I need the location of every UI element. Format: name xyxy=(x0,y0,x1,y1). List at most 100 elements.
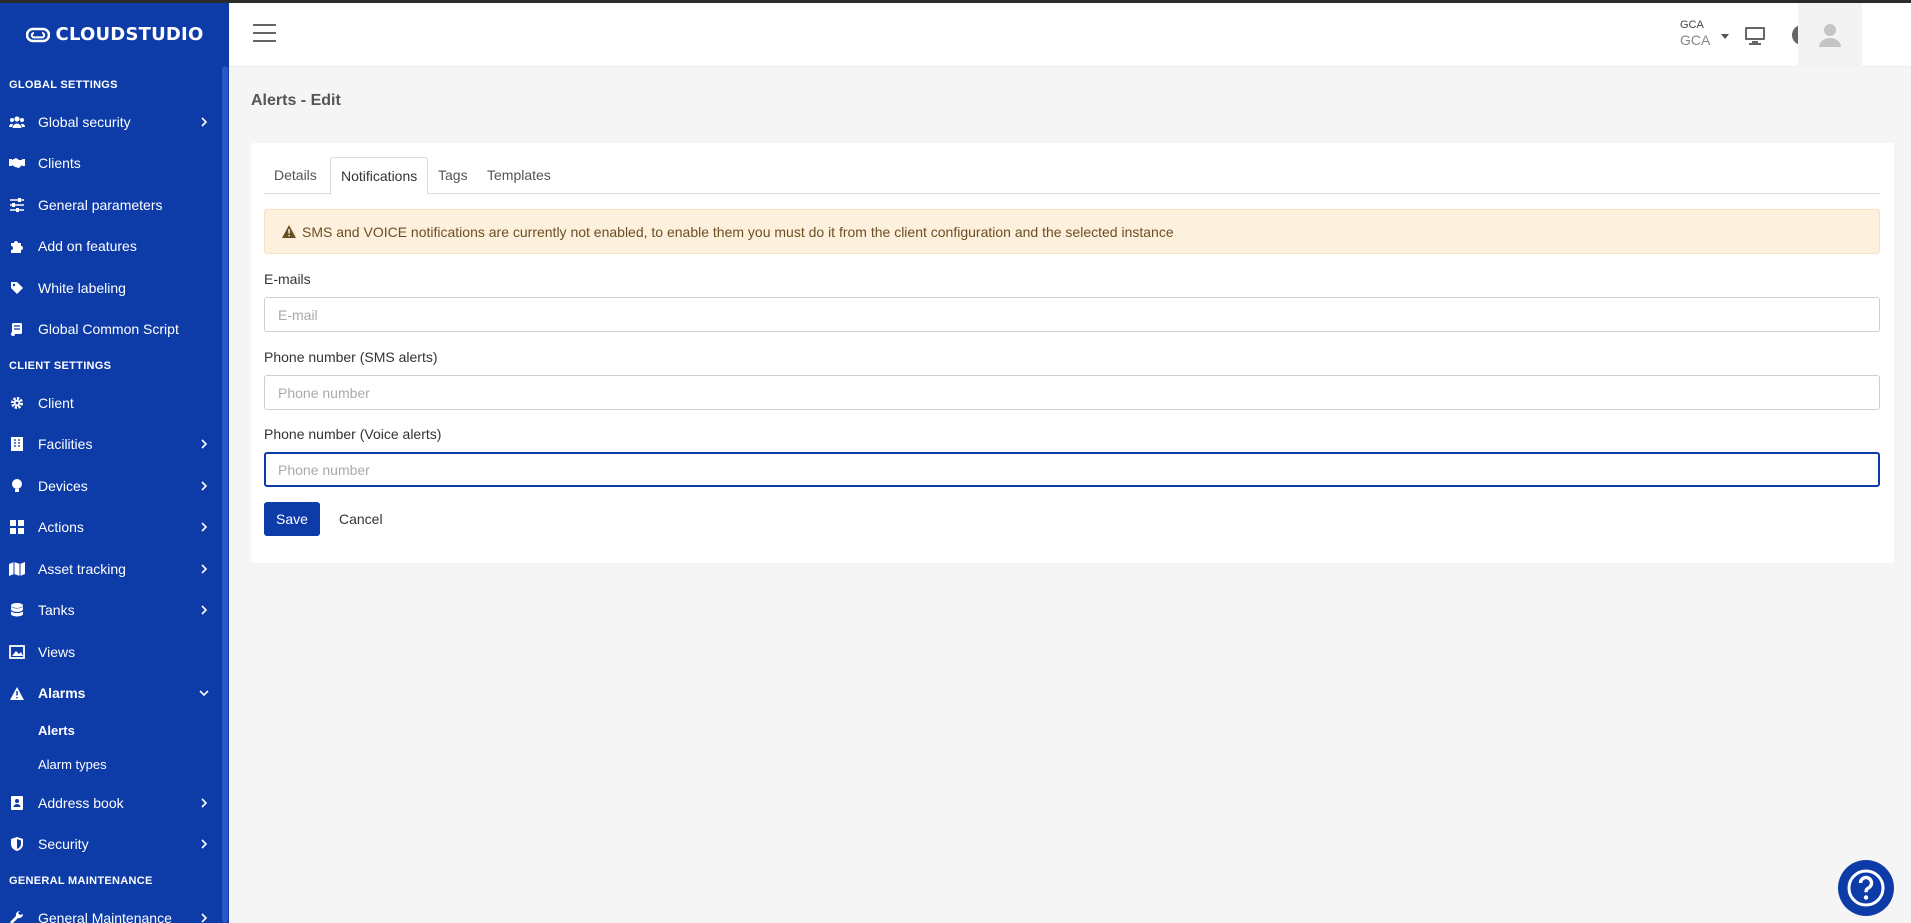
org-name: GCA xyxy=(1680,32,1711,48)
sidebar-item-clients[interactable]: Clients xyxy=(0,143,229,185)
tab-bar: Details Notifications Tags Templates xyxy=(264,157,1880,195)
help-chat-button[interactable] xyxy=(1838,860,1894,916)
warning-message: SMS and VOICE notifications are currentl… xyxy=(302,223,1174,240)
sidebar-subitem-alarm-types[interactable]: Alarm types xyxy=(0,748,229,782)
sidebar-item-general-maintenance[interactable]: General Maintenance xyxy=(0,897,229,923)
section-client-settings: CLIENT SETTINGS xyxy=(9,360,112,372)
sidebar-item-label: Security xyxy=(38,836,89,853)
sidebar-item-facilities[interactable]: Facilities xyxy=(0,424,229,466)
sidebar: CLOUDSTUDIO GLOBAL SETTINGS Global secur… xyxy=(0,0,229,923)
monitor-icon[interactable] xyxy=(1744,24,1766,46)
address-book-icon xyxy=(9,795,25,811)
tab-templates[interactable]: Templates xyxy=(477,157,561,194)
sidebar-item-label: Global security xyxy=(38,113,131,130)
warning-icon xyxy=(282,225,296,238)
warning-icon xyxy=(9,685,25,701)
puzzle-icon xyxy=(9,238,25,254)
sidebar-item-label: Alarms xyxy=(38,685,86,702)
brand-logo[interactable]: CLOUDSTUDIO xyxy=(0,0,229,66)
sidebar-item-label: Asset tracking xyxy=(38,560,126,577)
chevron-right-icon xyxy=(201,481,208,491)
sidebar-item-label: General parameters xyxy=(38,196,163,213)
sidebar-item-address-book[interactable]: Address book xyxy=(0,782,229,824)
org-code: GCA xyxy=(1680,19,1704,31)
section-global-settings: GLOBAL SETTINGS xyxy=(9,79,118,91)
sidebar-item-label: Tanks xyxy=(38,602,75,619)
sidebar-scrollbar[interactable] xyxy=(222,66,228,923)
scroll-icon xyxy=(9,321,25,337)
building-icon xyxy=(9,436,25,452)
chevron-right-icon xyxy=(201,439,208,449)
image-icon xyxy=(9,644,25,660)
menu-toggle-icon[interactable] xyxy=(253,24,276,44)
sidebar-item-global-security[interactable]: Global security xyxy=(0,101,229,143)
database-icon xyxy=(9,602,25,618)
sidebar-item-security[interactable]: Security xyxy=(0,824,229,866)
wrench-icon xyxy=(9,910,25,923)
sidebar-item-white-labeling[interactable]: White labeling xyxy=(0,267,229,309)
emails-label: E-mails xyxy=(264,271,311,287)
user-avatar[interactable] xyxy=(1798,3,1862,67)
warning-banner: SMS and VOICE notifications are currentl… xyxy=(264,209,1880,254)
shield-icon xyxy=(9,836,25,852)
sidebar-subitem-alerts[interactable]: Alerts xyxy=(0,714,229,748)
sidebar-item-actions[interactable]: Actions xyxy=(0,507,229,549)
sliders-icon xyxy=(9,197,25,213)
sidebar-item-tanks[interactable]: Tanks xyxy=(0,590,229,632)
voice-phone-label: Phone number (Voice alerts) xyxy=(264,426,442,442)
map-icon xyxy=(9,561,25,577)
handshake-icon xyxy=(9,155,25,171)
brand-name: CLOUDSTUDIO xyxy=(55,24,204,45)
sidebar-item-global-common-script[interactable]: Global Common Script xyxy=(0,309,229,351)
chevron-right-icon xyxy=(201,522,208,532)
cloud-logo-icon xyxy=(25,27,50,42)
sidebar-item-label: Actions xyxy=(38,519,84,536)
sidebar-item-label: General Maintenance xyxy=(38,909,172,923)
sidebar-item-label: Client xyxy=(38,394,74,411)
users-icon xyxy=(9,114,25,130)
sidebar-item-general-parameters[interactable]: General parameters xyxy=(0,184,229,226)
sidebar-item-asset-tracking[interactable]: Asset tracking xyxy=(0,548,229,590)
save-button[interactable]: Save xyxy=(264,502,320,536)
chevron-right-icon xyxy=(201,564,208,574)
sidebar-scrollbar-thumb[interactable] xyxy=(222,66,228,923)
cancel-button[interactable]: Cancel xyxy=(331,502,391,536)
tab-notifications[interactable]: Notifications xyxy=(330,157,429,195)
sidebar-item-label: Facilities xyxy=(38,436,93,453)
sidebar-item-label: Clients xyxy=(38,155,81,172)
sidebar-item-label: White labeling xyxy=(38,279,126,296)
user-avatar-icon xyxy=(1819,24,1841,47)
lightbulb-icon xyxy=(9,478,25,494)
sidebar-item-client[interactable]: Client xyxy=(0,382,229,424)
sidebar-item-add-on-features[interactable]: Add on features xyxy=(0,226,229,268)
chevron-down-icon xyxy=(199,690,209,697)
sidebar-item-label: Address book xyxy=(38,794,124,811)
grid-icon xyxy=(9,519,25,535)
sidebar-item-views[interactable]: Views xyxy=(0,631,229,673)
email-input[interactable] xyxy=(264,297,1880,332)
edit-card: Details Notifications Tags Templates SMS… xyxy=(251,143,1894,563)
sidebar-item-label: Views xyxy=(38,643,76,660)
sidebar-item-label: Global Common Script xyxy=(38,321,179,338)
sms-phone-input[interactable] xyxy=(264,375,1880,410)
sidebar-item-devices[interactable]: Devices xyxy=(0,465,229,507)
sidebar-item-alarms[interactable]: Alarms xyxy=(0,673,229,715)
chevron-right-icon xyxy=(201,605,208,615)
section-general-maintenance: GENERAL MAINTENANCE xyxy=(9,875,153,887)
chevron-right-icon xyxy=(201,913,208,923)
chevron-right-icon xyxy=(201,117,208,127)
caret-down-icon xyxy=(1721,34,1729,39)
sidebar-item-label: Add on features xyxy=(38,238,137,255)
tag-icon xyxy=(9,280,25,296)
tab-tags[interactable]: Tags xyxy=(428,157,478,194)
voice-phone-input[interactable] xyxy=(264,452,1880,487)
window-top-border xyxy=(0,0,1911,3)
sms-phone-label: Phone number (SMS alerts) xyxy=(264,349,438,365)
page-title: Alerts - Edit xyxy=(251,92,341,109)
help-icon xyxy=(1847,869,1885,907)
topbar: GCA GCA xyxy=(229,3,1911,67)
org-selector[interactable]: GCA GCA xyxy=(1680,19,1729,53)
tab-details[interactable]: Details xyxy=(264,157,327,194)
gear-icon xyxy=(9,395,25,411)
sidebar-item-label: Devices xyxy=(38,477,88,494)
